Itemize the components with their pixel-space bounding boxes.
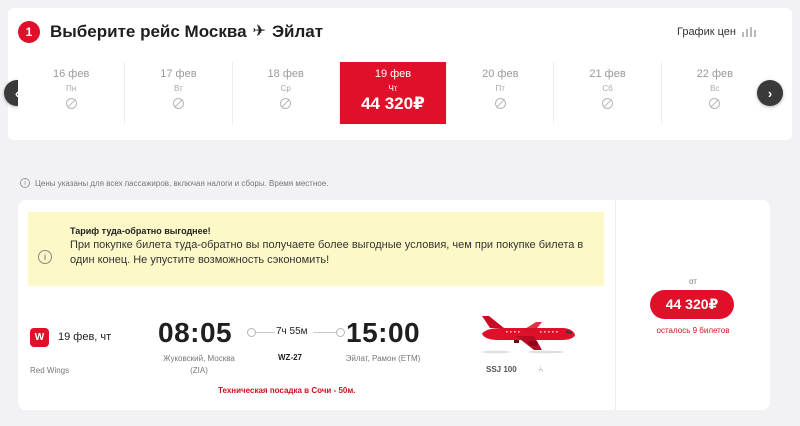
date-label: 16 фев (52, 68, 90, 80)
price-info-text: Цены указаны для всех пассажиров, включа… (35, 178, 329, 188)
airline-name: Red Wings (30, 366, 70, 375)
date-cell-16-feb[interactable]: 16 фев Пн (18, 62, 126, 124)
weekday-label: Пт (495, 84, 505, 93)
price-graph-label: График цен (676, 26, 736, 38)
route-start-dot (247, 328, 256, 337)
price-from-label: от (689, 277, 697, 286)
next-dates-button[interactable]: › (757, 80, 783, 106)
weekday-label: Вт (174, 84, 183, 93)
flight-card: i Тариф туда-обратно выгоднее! При покуп… (18, 200, 770, 410)
no-flights-icon (709, 98, 721, 109)
price-info-note: i Цены указаны для всех пассажиров, вклю… (20, 178, 329, 188)
date-carousel: 16 фев Пн 17 фев Вт 18 фев Ср 19 фев Чт … (18, 62, 768, 124)
info-icon: i (38, 250, 52, 264)
no-flights-icon (494, 98, 506, 109)
red-wings-logo-icon: W (30, 328, 49, 347)
date-cell-20-feb[interactable]: 20 фев Пт (447, 62, 555, 124)
aircraft-model: SSJ 100 (486, 365, 517, 374)
date-label: 20 фев (482, 68, 519, 80)
no-flights-icon (280, 98, 292, 109)
tickets-left: осталось 9 билетов (656, 326, 730, 335)
date-label: 21 фев (589, 68, 626, 80)
card-divider (615, 200, 616, 410)
arrival-time: 15:00 (346, 317, 421, 348)
date-label: 19 фев (374, 68, 412, 80)
aircraft-image (482, 316, 575, 354)
technical-stop-note: Техническая посадка в Сочи - 50м. (218, 386, 356, 395)
date-cell-18-feb[interactable]: 18 фев Ср (233, 62, 340, 124)
weekday-label: Пн (66, 84, 77, 93)
date-cell-17-feb[interactable]: 17 фев Вт (125, 62, 233, 124)
step-number-badge: 1 (18, 21, 40, 43)
weekday-label: Ср (280, 84, 291, 93)
flight-duration: 7ч 55м (276, 326, 308, 337)
promo-text: При покупке билета туда-обратно вы получ… (70, 239, 584, 266)
date-label: 18 фев (267, 68, 304, 80)
seat-icon: ⑃ (538, 364, 544, 374)
select-price-button[interactable]: 44 320₽ (650, 290, 734, 319)
date-cell-22-feb[interactable]: 22 фев Вс (662, 62, 768, 124)
departure-time: 08:05 (158, 317, 233, 348)
no-flights-icon (602, 98, 614, 109)
info-icon: i (20, 178, 30, 188)
weekday-label: Чт (388, 84, 398, 93)
date-cell-19-feb-selected[interactable]: 19 фев Чт 44 320₽ (339, 62, 448, 124)
round-trip-promo: i Тариф туда-обратно выгоднее! При покуп… (28, 212, 604, 286)
bar-chart-icon (742, 27, 756, 37)
date-label: 17 фев (160, 68, 197, 80)
promo-title: Тариф туда-обратно выгоднее! (70, 226, 211, 236)
flight-number: WZ-27 (278, 353, 302, 362)
date-cell-21-feb[interactable]: 21 фев Сб (554, 62, 662, 124)
no-flights-icon (65, 98, 77, 109)
departure-airport-code: (ZIA) (190, 366, 208, 375)
page-title: Выберите рейс Москва ✈ Эйлат (50, 22, 323, 42)
arrival-airport: Эйлат, Рамон (ETM) (345, 354, 421, 363)
price-graph-link[interactable]: График цен (677, 26, 756, 38)
date-price: 44 320₽ (361, 94, 425, 113)
no-flights-icon (172, 98, 184, 109)
title-origin: Выберите рейс Москва (50, 22, 247, 41)
route-end-dot (336, 328, 345, 337)
departure-airport: Жуковский, Москва (ZIA) (155, 353, 243, 377)
weekday-label: Сб (602, 84, 613, 93)
airplane-icon: ✈ (252, 23, 266, 40)
date-label: 22 фев (696, 68, 733, 80)
departure-airport-name: Жуковский, Москва (163, 354, 235, 363)
weekday-label: Вс (710, 84, 720, 93)
title-destination: Эйлат (271, 22, 324, 41)
flight-date: 19 фев, чт (58, 331, 112, 343)
